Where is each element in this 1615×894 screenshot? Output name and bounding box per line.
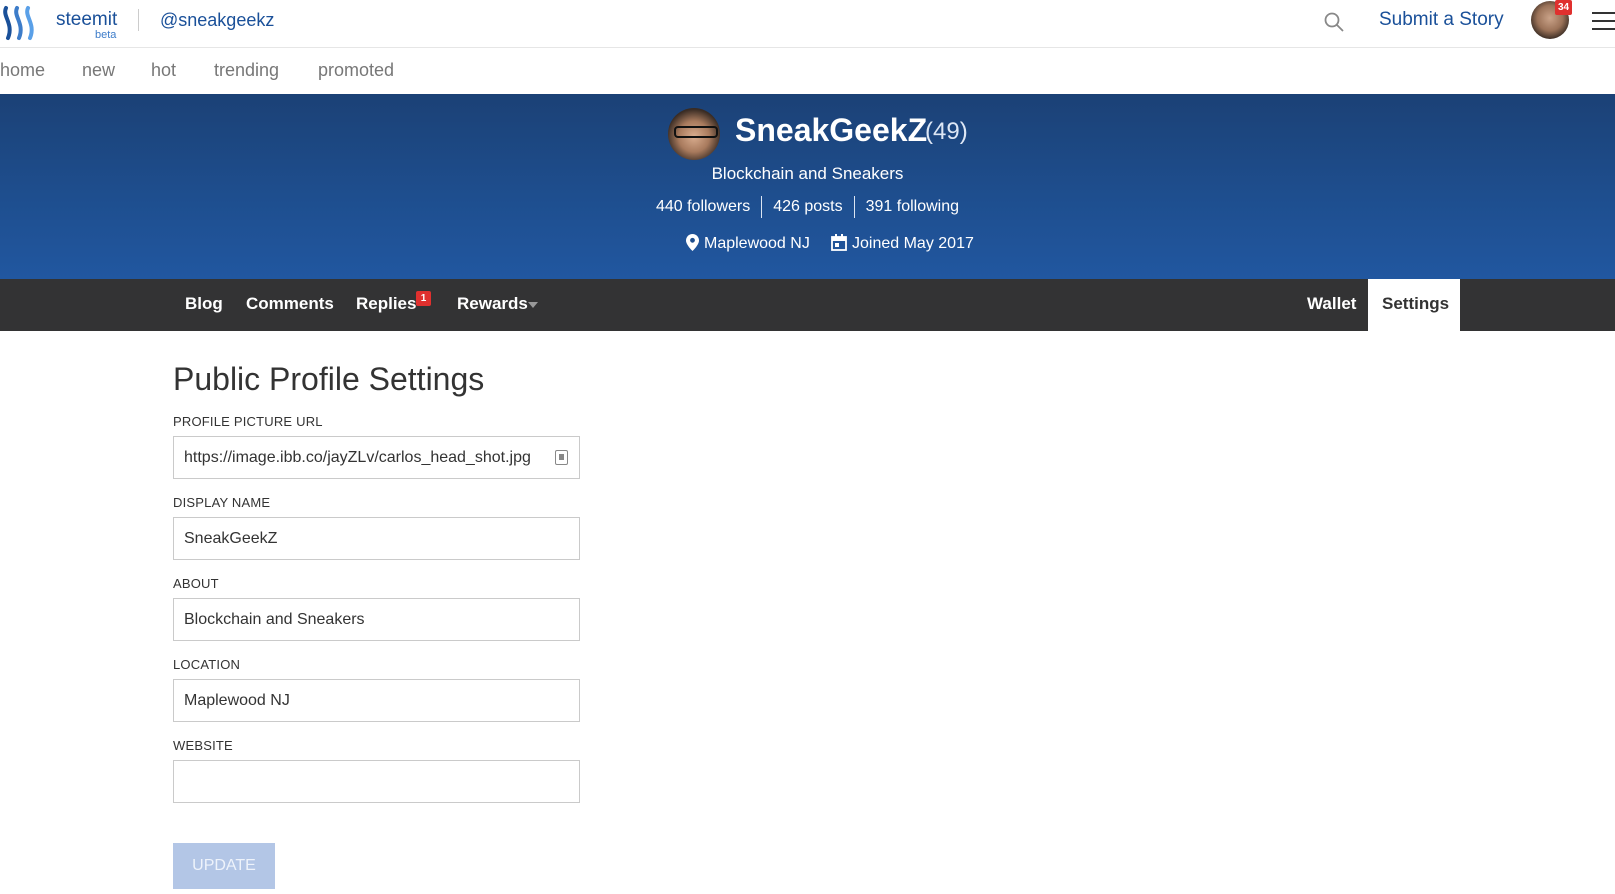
- nav-hot[interactable]: hot: [151, 60, 176, 81]
- posts-count: 426 posts: [773, 198, 843, 215]
- profile-display-name: SneakGeekZ: [735, 112, 928, 148]
- tab-replies[interactable]: Replies: [356, 294, 416, 314]
- tab-rewards[interactable]: Rewards: [457, 294, 528, 314]
- profile-tabs: Blog Comments Replies 1 Rewards Wallet S…: [0, 279, 1615, 331]
- profile-reputation: (49): [925, 118, 968, 145]
- nav-promoted[interactable]: promoted: [318, 60, 394, 81]
- autofill-icon[interactable]: [555, 450, 568, 465]
- brand-name[interactable]: steemit: [56, 9, 117, 31]
- display-name-input[interactable]: SneakGeekZ: [173, 517, 580, 560]
- nav-trending[interactable]: trending: [214, 60, 279, 81]
- profile-avatar: [668, 108, 720, 160]
- tab-blog[interactable]: Blog: [185, 294, 223, 314]
- joined-text: Joined May 2017: [852, 235, 974, 252]
- profile-banner: SneakGeekZ (49) Blockchain and Sneakers …: [0, 94, 1615, 279]
- steemit-logo-icon[interactable]: [0, 4, 40, 44]
- location-pin-icon: [686, 234, 699, 251]
- submit-story-link[interactable]: Submit a Story: [1379, 9, 1504, 31]
- nav-home[interactable]: home: [0, 60, 45, 81]
- update-button[interactable]: UPDATE: [173, 843, 275, 889]
- brand-separator: [138, 9, 139, 31]
- page-title: Public Profile Settings: [173, 361, 485, 397]
- profile-picture-url-input[interactable]: https://image.ibb.co/jayZLv/carlos_head_…: [173, 436, 580, 479]
- website-input[interactable]: [173, 760, 580, 803]
- profile-joined: Joined May 2017: [831, 234, 974, 253]
- profile-about: Blockchain and Sneakers: [711, 164, 904, 183]
- following-count[interactable]: 391 following: [855, 198, 970, 218]
- profile-stats: 440 followers 426 posts 391 following: [0, 196, 1615, 218]
- tab-settings[interactable]: Settings: [1368, 279, 1460, 331]
- feed-nav: home new hot trending promoted: [0, 48, 1615, 94]
- about-label: ABOUT: [173, 576, 219, 591]
- top-header: steemit beta @sneakgeekz Submit a Story …: [0, 0, 1615, 48]
- location-text: Maplewood NJ: [704, 235, 810, 252]
- current-user-link[interactable]: @sneakgeekz: [160, 10, 274, 31]
- tab-wallet[interactable]: Wallet: [1307, 294, 1356, 314]
- profile-location: Maplewood NJ: [686, 234, 810, 253]
- about-input[interactable]: Blockchain and Sneakers: [173, 598, 580, 641]
- tab-settings-label: Settings: [1382, 294, 1450, 313]
- location-input[interactable]: Maplewood NJ: [173, 679, 580, 722]
- brand-beta-tag: beta: [95, 29, 117, 41]
- followers-count[interactable]: 440 followers: [645, 198, 761, 218]
- hamburger-menu-icon[interactable]: [1592, 12, 1615, 32]
- nav-new[interactable]: new: [82, 60, 115, 81]
- profile-picture-label: PROFILE PICTURE URL: [173, 414, 323, 429]
- notification-badge: 34: [1555, 0, 1572, 15]
- website-label: WEBSITE: [173, 738, 233, 753]
- search-icon[interactable]: [1323, 11, 1345, 33]
- tab-comments[interactable]: Comments: [246, 294, 334, 314]
- display-name-label: DISPLAY NAME: [173, 495, 271, 510]
- chevron-down-icon[interactable]: [528, 302, 538, 308]
- location-label: LOCATION: [173, 657, 241, 672]
- replies-badge: 1: [416, 291, 431, 306]
- calendar-icon: [831, 234, 847, 251]
